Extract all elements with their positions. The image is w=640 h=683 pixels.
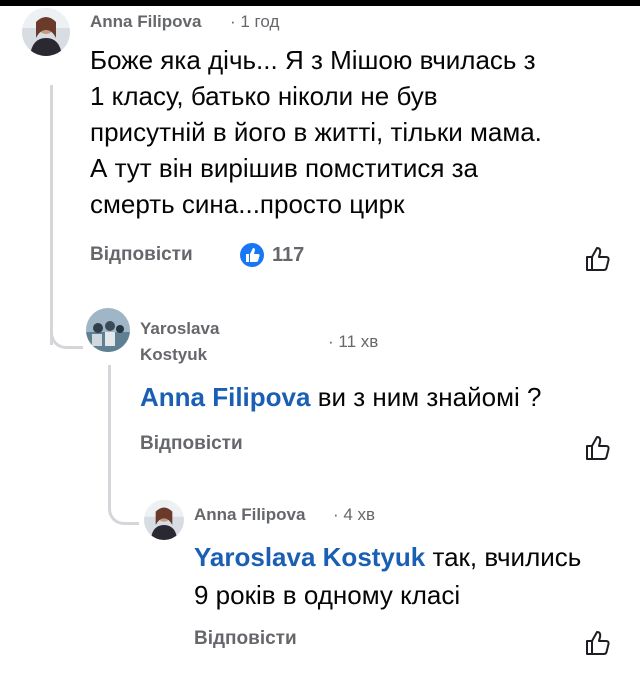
comment-text-line: А тут він вирішив помститися за	[90, 153, 479, 183]
comment-text: Yaroslava Kostyuk так, вчились 9 років в…	[194, 538, 581, 614]
like-icon[interactable]	[583, 433, 613, 463]
reply-button[interactable]: Відповісти	[90, 244, 193, 266]
comment-text-line: 9 років в одному класі	[194, 580, 461, 610]
like-icon[interactable]	[583, 628, 613, 658]
reactions-count: 117	[272, 243, 305, 266]
comment-text-line: Боже яка дічь... Я з Мішою вчилась з	[90, 45, 536, 75]
comment-time[interactable]: · 11 хв	[328, 332, 378, 352]
like-icon[interactable]	[583, 244, 613, 274]
author-first-name: Yaroslava	[140, 319, 220, 338]
comment-time[interactable]: · 1 год	[230, 12, 279, 32]
comment-text-line: присутній в його в житті, тільки мама.	[90, 117, 542, 147]
comment-author[interactable]: Anna Filipova	[90, 12, 201, 32]
avatar[interactable]	[86, 308, 130, 352]
reactions-summary[interactable]: 117	[238, 240, 304, 270]
comment-text-line: 1 класу, батько ніколи не був	[90, 81, 438, 111]
like-reaction-icon	[239, 242, 265, 268]
thread-connector-curve	[108, 470, 139, 525]
person-photo-icon	[22, 8, 70, 56]
comment-text-content: так, вчились	[425, 542, 582, 572]
comment-text-content: ви з ним знайомі ?	[310, 382, 542, 412]
avatar[interactable]	[22, 8, 70, 56]
mention-link[interactable]: Yaroslava Kostyuk	[194, 542, 425, 572]
thread-connector-curve	[50, 300, 83, 349]
reply-button[interactable]: Відповісти	[140, 433, 243, 455]
comment-text: Боже яка дічь... Я з Мішою вчилась з 1 к…	[90, 42, 542, 222]
comment-text-line: Yaroslava Kostyuk так, вчились	[194, 538, 581, 576]
reply-button[interactable]: Відповісти	[194, 628, 297, 650]
mention-link[interactable]: Anna Filipova	[140, 382, 310, 412]
comment-author[interactable]: Anna Filipova	[194, 505, 305, 525]
top-bar	[0, 0, 640, 6]
author-last-name: Kostyuk	[140, 345, 208, 364]
comment-time[interactable]: · 4 хв	[333, 505, 375, 525]
person-photo-icon	[144, 500, 184, 540]
comment-text-line: смерть сина...просто цирк	[90, 189, 405, 219]
avatar[interactable]	[144, 500, 184, 540]
comment-text: Anna Filipova ви з ним знайомі ?	[140, 380, 541, 414]
comment-author[interactable]: Yaroslava Kostyuk	[140, 316, 219, 368]
group-photo-icon	[86, 308, 130, 352]
